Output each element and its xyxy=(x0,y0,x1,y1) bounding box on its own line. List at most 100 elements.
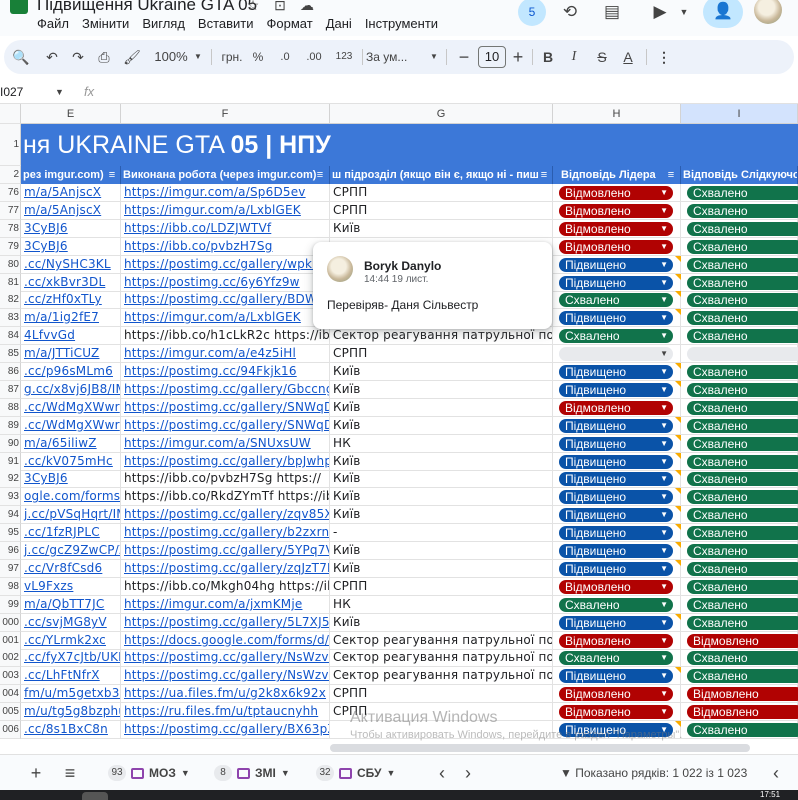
menu-item[interactable]: Файл xyxy=(37,14,76,34)
status-chip-leader[interactable]: Підвищено ▼ xyxy=(559,508,673,522)
status-chip-follower[interactable]: Схвалено xyxy=(687,258,798,272)
table-cell[interactable]: Київ xyxy=(330,470,553,488)
table-cell[interactable]: СРПП xyxy=(330,345,553,363)
move-folder-icon[interactable]: ⊡ xyxy=(272,0,288,13)
status-chip-leader[interactable]: Відмовлено ▼ xyxy=(559,687,673,701)
font-size-increase-icon[interactable]: + xyxy=(508,40,528,74)
table-cell-link[interactable]: https://imgur.com/a/e4z5iHl xyxy=(121,345,330,363)
table-cell-link[interactable]: .cc/LhFtNfrX xyxy=(21,667,121,685)
comment-indicator-icon[interactable] xyxy=(675,453,681,459)
row-header[interactable]: 006 xyxy=(0,721,21,739)
table-cell-link[interactable]: https://imgur.com/a/Sp6D5ev xyxy=(121,184,330,202)
status-chip-leader[interactable]: Відмовлено ▼ xyxy=(559,401,673,415)
status-chip-leader[interactable]: Підвищено ▼ xyxy=(559,419,673,433)
status-chip-follower[interactable]: Схвалено xyxy=(687,437,798,451)
table-cell-link[interactable]: https://postimg.cc/gallery/zqv85XY xyxy=(121,506,330,524)
table-cell-link[interactable]: g.cc/x8vj6JB8/IM xyxy=(21,381,121,399)
table-cell-link[interactable]: 4LfvvGd xyxy=(21,327,121,345)
status-chip-follower[interactable]: Схвалено xyxy=(687,222,798,236)
status-chip-leader[interactable]: Відмовлено ▼ xyxy=(559,186,673,200)
comment-indicator-icon[interactable] xyxy=(675,381,681,387)
table-cell-link[interactable]: j.cc/pVSqHqrt/IM xyxy=(21,506,121,524)
row-header[interactable]: 92 xyxy=(0,470,21,488)
status-chip-leader[interactable]: Підвищено ▼ xyxy=(559,472,673,486)
table-cell-link[interactable]: https://postimg.cc/gallery/wpkBG xyxy=(121,256,330,274)
status-chip-follower[interactable]: Схвалено xyxy=(687,490,798,504)
row-header[interactable]: 89 xyxy=(0,417,21,435)
table-cell-link[interactable]: https://docs.google.com/forms/d/e/ xyxy=(121,632,330,650)
font-chevron-icon[interactable]: ▼ xyxy=(428,40,440,74)
history-icon[interactable]: ⟲ xyxy=(556,0,584,26)
status-chip-follower[interactable]: Відмовлено xyxy=(687,687,798,701)
status-chip-leader[interactable]: ▼ xyxy=(559,347,673,361)
comment-indicator-icon[interactable] xyxy=(675,470,681,476)
menu-item[interactable]: Інструменти xyxy=(365,14,445,34)
row-header[interactable]: 95 xyxy=(0,524,21,542)
table-cell-link[interactable]: https://postimg.cc/gallery/5L7XJ5T xyxy=(121,614,330,632)
row-header[interactable]: 90 xyxy=(0,435,21,453)
status-chip-leader[interactable]: Відмовлено ▼ xyxy=(559,634,673,648)
table-cell-link[interactable]: .cc/Vr8fCsd6 xyxy=(21,560,121,578)
currency-format-button[interactable]: грн. xyxy=(216,40,248,74)
table-cell-link[interactable]: https://ibb.co/pvbzH7Sg xyxy=(121,238,330,256)
status-chip-follower[interactable]: Схвалено xyxy=(687,526,798,540)
table-cell-link[interactable]: https://postimg.cc/gallery/SNWqDC xyxy=(121,399,330,417)
status-chip-leader[interactable]: Схвалено ▼ xyxy=(559,651,673,665)
comment-indicator-icon[interactable] xyxy=(675,488,681,494)
table-cell-link[interactable]: m/a/JTTiCUZ xyxy=(21,345,121,363)
table-cell-link[interactable]: https://ibb.co/h1cLkR2c https://ibb. xyxy=(121,327,330,345)
paint-format-icon[interactable]: 🖌 xyxy=(120,40,144,74)
table-cell[interactable]: Київ xyxy=(330,220,553,238)
increase-decimal-button[interactable]: .00 xyxy=(300,40,328,74)
comment-indicator-icon[interactable] xyxy=(675,560,681,566)
table-cell-link[interactable]: .cc/NySHC3KL xyxy=(21,256,121,274)
row-header[interactable]: 001 xyxy=(0,632,21,650)
column-header-h[interactable]: H xyxy=(553,104,681,124)
row-header[interactable]: 1 xyxy=(0,124,21,166)
table-cell-link[interactable]: 3CyBJ6 xyxy=(21,220,121,238)
table-cell[interactable]: Київ xyxy=(330,363,553,381)
table-cell-link[interactable]: https://ua.files.fm/u/g2k8x6k92x xyxy=(121,685,330,703)
undo-icon[interactable]: ↶ xyxy=(40,40,64,74)
status-chip-follower[interactable]: Схвалено xyxy=(687,419,798,433)
font-size-decrease-icon[interactable]: − xyxy=(454,40,474,74)
sheet-tab-sbu[interactable]: 32 СБУ ▼ xyxy=(316,761,395,785)
star-icon[interactable]: ☆ xyxy=(245,0,261,13)
comment-indicator-icon[interactable] xyxy=(675,506,681,512)
status-chip-leader[interactable]: Підвищено ▼ xyxy=(559,365,673,379)
menu-item[interactable]: Вставити xyxy=(198,14,261,34)
comment-indicator-icon[interactable] xyxy=(675,614,681,620)
comment-indicator-icon[interactable] xyxy=(675,524,681,530)
status-chip-leader[interactable]: Підвищено ▼ xyxy=(559,616,673,630)
menu-item[interactable]: Вигляд xyxy=(142,14,192,34)
status-chip-leader[interactable]: Підвищено ▼ xyxy=(559,437,673,451)
print-icon[interactable]: ⎙ xyxy=(92,40,116,74)
table-cell-link[interactable]: .cc/WdMgXWwr xyxy=(21,417,121,435)
status-chip-leader[interactable]: Схвалено ▼ xyxy=(559,293,673,307)
row-header[interactable]: 004 xyxy=(0,685,21,703)
status-chip-follower[interactable]: Схвалено xyxy=(687,276,798,290)
table-cell-link[interactable]: https://postimg.cc/gallery/GbccngR xyxy=(121,381,330,399)
redo-icon[interactable]: ↷ xyxy=(66,40,90,74)
status-chip-follower[interactable]: Схвалено xyxy=(687,383,798,397)
row-header[interactable]: 84 xyxy=(0,327,21,345)
table-cell[interactable]: Київ xyxy=(330,417,553,435)
table-cell-link[interactable]: https://postimg.cc/gallery/5YPq7Vv xyxy=(121,542,330,560)
table-cell-link[interactable]: https://postimg.cc/6y6Yfz9w xyxy=(121,274,330,292)
font-select[interactable]: За ум... xyxy=(366,40,422,74)
column-header-f[interactable]: F xyxy=(121,104,330,124)
table-cell-link[interactable]: .cc/1fzRJPLC xyxy=(21,524,121,542)
row-header[interactable]: 91 xyxy=(0,453,21,471)
table-cell-link[interactable]: https://postimg.cc/94Fkjk16 xyxy=(121,363,330,381)
status-chip-follower[interactable]: Схвалено xyxy=(687,293,798,307)
status-chip-follower[interactable]: Схвалено xyxy=(687,580,798,594)
status-chip-leader[interactable]: Підвищено ▼ xyxy=(559,276,673,290)
status-chip-follower[interactable]: Схвалено xyxy=(687,472,798,486)
table-cell-link[interactable]: https://postimg.cc/gallery/bpJwhpR xyxy=(121,453,330,471)
table-cell-link[interactable]: https://imgur.com/a/LxblGEK xyxy=(121,309,330,327)
table-cell-link[interactable]: 3CyBJ6 xyxy=(21,470,121,488)
table-cell-link[interactable]: .cc/zHf0xTLy xyxy=(21,291,121,309)
percent-format-button[interactable]: % xyxy=(248,40,268,74)
status-chip-leader[interactable]: Підвищено ▼ xyxy=(559,544,673,558)
row-header[interactable]: 94 xyxy=(0,506,21,524)
